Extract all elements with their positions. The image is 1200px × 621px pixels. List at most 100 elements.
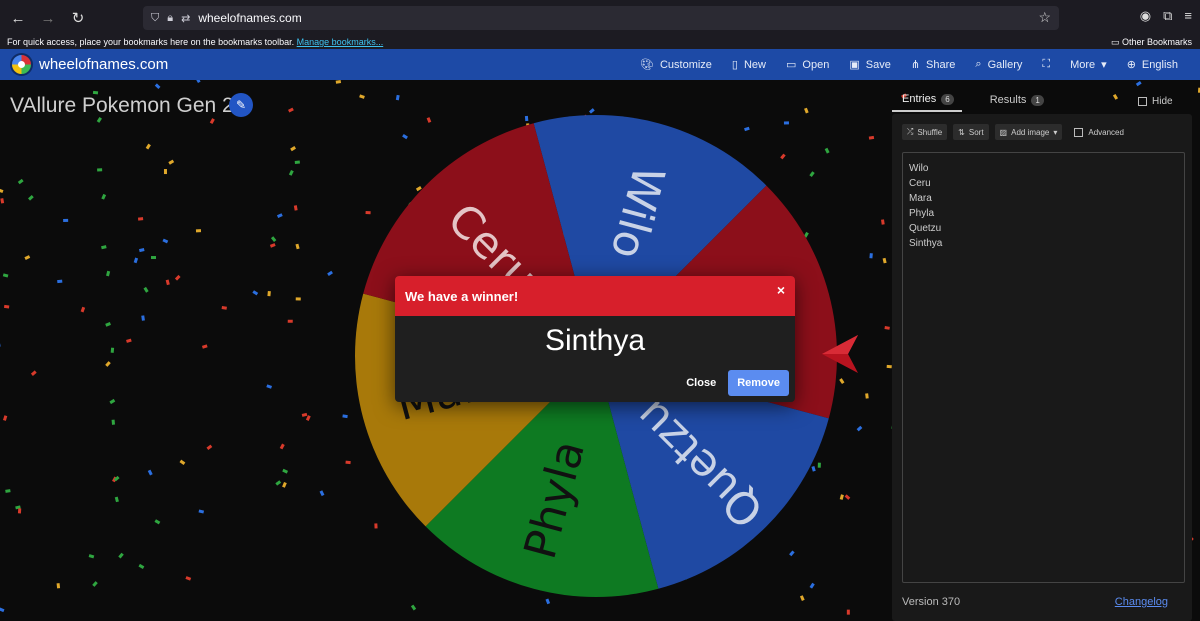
confetti-piece [92,581,98,587]
confetti-piece [141,315,145,321]
confetti-piece [3,304,10,309]
confetti-piece [868,135,875,140]
hide-toggle[interactable]: Hide [1138,96,1173,107]
entries-textarea[interactable]: Wilo Ceru Mara Phyla Quetzu Sinthya [902,152,1185,583]
entries-toolbar: ⤮ Shuffle ⇅ Sort ▨ Add image ▾ Advanced [902,124,1124,140]
tab-results[interactable]: Results 1 [980,92,1052,112]
lock-icon[interactable]: 🔒︎ [167,12,173,25]
confetti-piece [138,248,145,253]
shuffle-icon: ⤮ [907,127,914,136]
save-label: Save [865,58,891,71]
bookmarks-bar: For quick access, place your bookmarks h… [0,36,1200,49]
fullscreen-button[interactable]: ⛶ [1032,49,1060,80]
url-bar[interactable]: ⛉ 🔒︎ ⇄ wheelofnames.com ☆ [143,6,1059,30]
menu-icon[interactable]: ≡ [1184,8,1192,24]
confetti-piece [145,143,151,150]
entry-line[interactable]: Ceru [909,176,1178,191]
entry-line[interactable]: Mara [909,191,1178,206]
search-icon: ⌕ [975,58,982,70]
folder-icon: ▭ [786,59,797,71]
changelog-link[interactable]: Changelog [1115,596,1168,608]
share-button[interactable]: ⋔ Share [901,49,966,80]
confetti-piece [163,169,167,175]
entry-line[interactable]: Quetzu [909,221,1178,236]
advanced-checkbox[interactable] [1074,127,1084,137]
add-image-label: Add image [1011,127,1050,137]
new-label: New [743,58,766,71]
forward-icon[interactable]: → [36,6,60,30]
new-button[interactable]: ▯ New [722,49,776,80]
remove-button[interactable]: Remove [728,370,789,396]
more-button[interactable]: More ▾ [1060,49,1117,80]
tab-results-label: Results [989,94,1027,106]
hide-label: Hide [1152,96,1173,107]
account-icon[interactable]: ◉ [1140,8,1151,24]
confetti-piece [0,607,5,613]
save-icon: ▣ [849,59,860,71]
confetti-piece [109,398,116,405]
url-text[interactable]: wheelofnames.com [198,11,301,25]
confetti-piece [0,188,4,193]
close-icon[interactable]: × [777,282,785,298]
share-icon: ⋔ [910,59,921,71]
confetti-piece [252,290,259,296]
entry-line[interactable]: Wilo [909,161,1178,176]
confetti-piece [2,415,8,421]
confetti-piece [305,415,311,421]
language-label: English [1141,58,1178,71]
tab-entries[interactable]: Entries 6 [892,92,962,112]
entry-line[interactable]: Phyla [909,206,1178,221]
advanced-toggle[interactable]: Advanced [1074,127,1124,137]
confetti-piece [269,243,276,248]
extensions-icon[interactable]: ⧉ [1163,8,1172,24]
reload-icon[interactable]: ↻ [66,6,90,30]
confetti-piece [126,338,132,343]
chevron-down-icon: ▾ [1101,59,1107,71]
language-button[interactable]: ⊕ English [1117,49,1188,80]
confetti-piece [110,347,115,353]
add-image-button[interactable]: ▨ Add image ▾ [994,124,1063,140]
gallery-button[interactable]: ⌕ Gallery [965,49,1032,80]
confetti-piece [138,563,145,569]
confetti-piece [24,255,31,260]
confetti-piece [147,469,153,476]
winner-dialog-header: We have a winner! × [395,276,795,316]
logo-icon[interactable] [10,53,33,76]
confetti-piece [133,257,139,264]
confetti-piece [294,160,300,164]
sort-button[interactable]: ⇅ Sort [953,124,989,140]
confetti-piece [359,94,365,99]
confetti-piece [846,609,850,615]
confetti-piece [327,270,333,277]
tab-entries-label: Entries [902,93,937,105]
folder-icon: ▭ [1110,37,1122,47]
confetti-piece [0,343,1,348]
hide-checkbox[interactable] [1138,97,1147,106]
open-label: Open [802,58,830,71]
open-button[interactable]: ▭ Open [776,49,839,80]
entry-line[interactable]: Sinthya [909,236,1178,251]
confetti-piece [869,253,873,259]
brand-name[interactable]: wheelofnames.com [39,56,168,73]
other-bookmarks[interactable]: ▭ Other Bookmarks [1111,36,1192,49]
shield-icon[interactable]: ⛉ [151,12,159,25]
confetti-piece [30,370,37,376]
fullscreen-icon: ⛶ [1042,58,1051,70]
confetti-piece [839,378,845,385]
site-permissions-icon[interactable]: ⇄ [181,12,190,25]
edit-title-button[interactable]: ✎ [229,93,253,117]
bookmark-star-icon[interactable]: ☆ [1038,9,1051,26]
back-icon[interactable]: ← [6,6,30,30]
customize-button[interactable]: 🎨︎ Customize [630,49,722,80]
wheel-pointer-icon [822,335,858,373]
confetti-piece [137,217,144,221]
shuffle-button[interactable]: ⤮ Shuffle [902,124,948,140]
wheel-title: VAllure Pokemon Gen 2 [10,94,234,117]
confetti-piece [288,169,294,176]
close-button[interactable]: Close [686,377,716,389]
save-button[interactable]: ▣ Save [839,49,900,80]
sort-label: Sort [968,127,984,137]
pencil-icon: ✎ [235,98,247,112]
manage-bookmarks-link[interactable]: Manage bookmarks... [297,37,384,47]
browser-toolbar: ← → ↻ ⛉ 🔒︎ ⇄ wheelofnames.com ☆ ◉ ⧉ ≡ [0,0,1200,36]
